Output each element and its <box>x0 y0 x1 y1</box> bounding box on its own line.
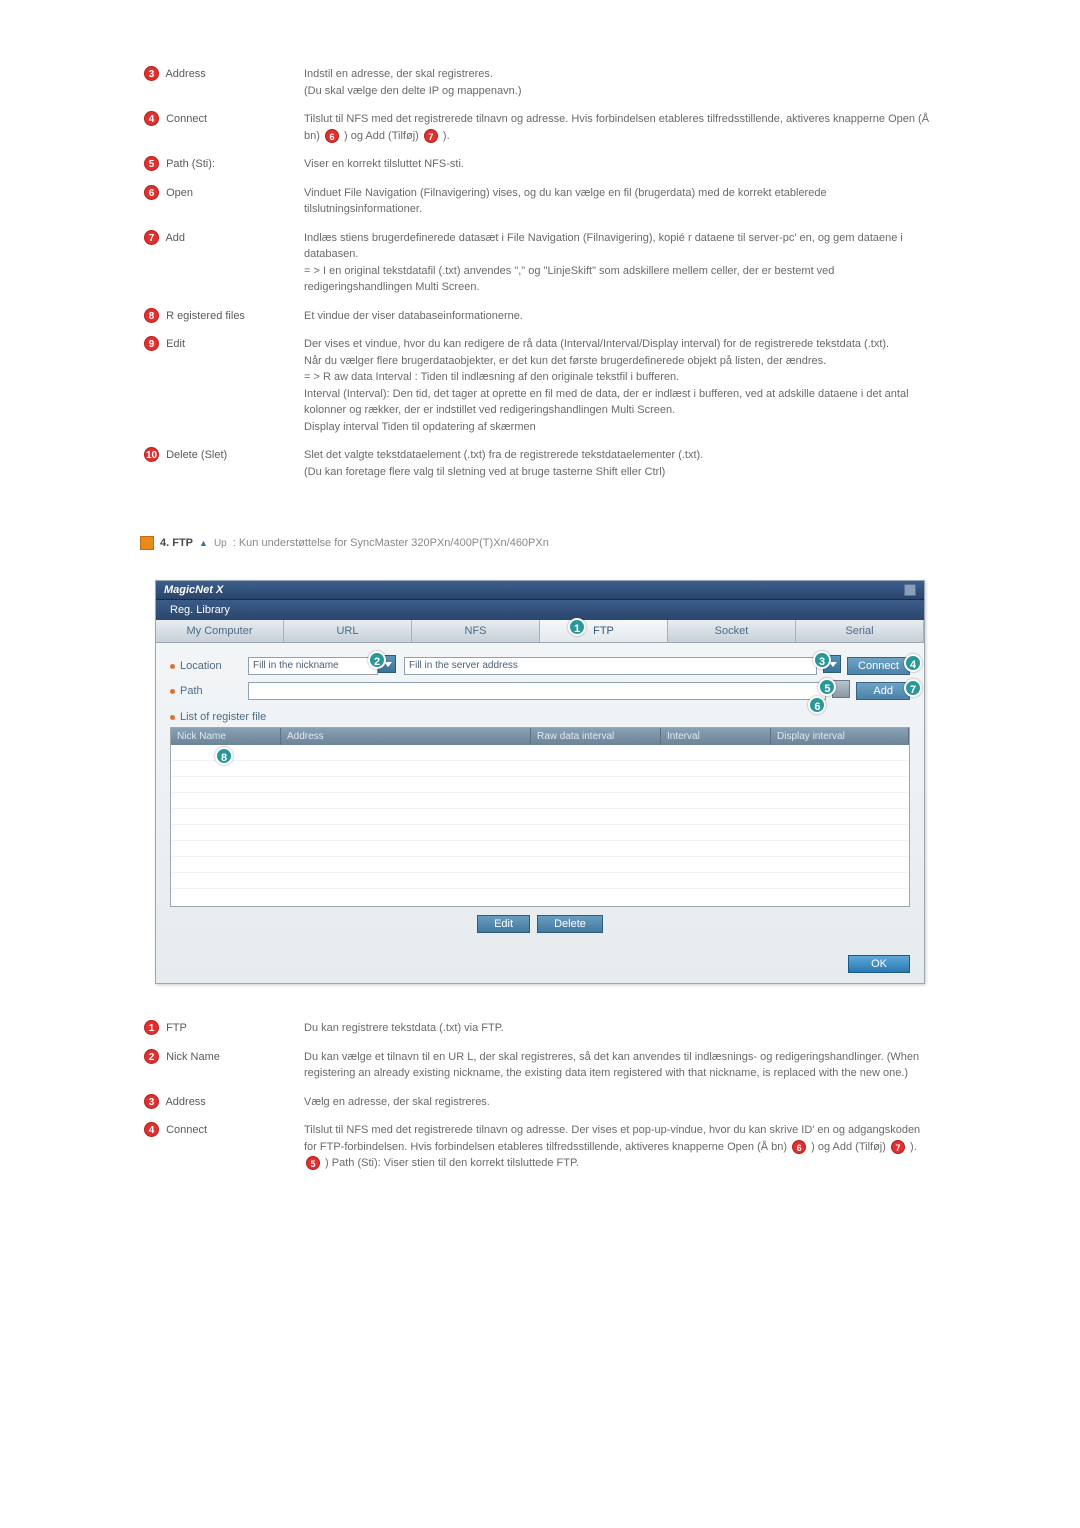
dialog-title-text: MagicNet X <box>164 584 223 596</box>
sub-tab-row: My ComputerURLNFSFTP1SocketSerial <box>156 620 924 643</box>
grid-col-header[interactable]: Nick Name <box>171 728 281 745</box>
definition-label: Nick Name <box>166 1051 220 1063</box>
close-icon[interactable] <box>904 584 916 596</box>
number-badge: 6 <box>144 185 159 200</box>
definition-table-top: 3 Address Indstil en adresse, der skal re… <box>140 60 940 486</box>
number-badge: 7 <box>144 230 159 245</box>
definition-row: 9 Edit Der vises et vindue, hvor du kan r… <box>140 330 940 441</box>
grid-col-header[interactable]: Raw data interval <box>531 728 661 745</box>
definition-description: Viser en korrekt tilsluttet NFS-sti. <box>300 150 940 179</box>
marker-1: 1 <box>568 618 586 636</box>
up-link[interactable]: Up <box>214 538 227 549</box>
definition-label: Address <box>165 68 205 80</box>
registered-files-grid: Nick NameAddressRaw data intervalInterva… <box>170 727 910 907</box>
definition-description: Et vindue der viser databaseinformatione… <box>300 302 940 331</box>
definition-label: Connect <box>166 1124 207 1136</box>
definition-table-bottom: 1 FTP Du kan registrere tekstdata (.txt) … <box>140 1014 940 1178</box>
number-badge: 3 <box>144 1094 159 1109</box>
definition-description: Der vises et vindue, hvor du kan rediger… <box>300 330 940 441</box>
up-arrow-icon: ▲ <box>199 538 208 548</box>
definition-row: 5 Path (Sti): Viser en korrekt tilsluttet… <box>140 150 940 179</box>
definition-row: 4 Connect Tilslut til NFS med det registr… <box>140 1116 940 1178</box>
marker-4: 4 <box>904 654 922 672</box>
grid-action-buttons: Edit Delete <box>170 915 910 933</box>
grid-col-header[interactable]: Interval <box>661 728 771 745</box>
path-label: Path <box>180 685 203 697</box>
list-label: List of register file <box>180 711 266 723</box>
definition-row: 8 R egistered files Et vindue der viser d… <box>140 302 940 331</box>
grid-col-header[interactable]: Display interval <box>771 728 909 745</box>
delete-button[interactable]: Delete <box>537 915 603 933</box>
definition-description: Tilslut til NFS med det registrerede til… <box>300 105 940 150</box>
definition-description: Indlæs stiens brugerdefinerede datasæt i… <box>300 224 940 302</box>
definition-description: Vinduet File Navigation (Filnavigering) … <box>300 179 940 224</box>
definition-row: 2 Nick Name Du kan vælge et tilnavn til e… <box>140 1043 940 1088</box>
definition-row: 3 Address Indstil en adresse, der skal re… <box>140 60 940 105</box>
location-label: Location <box>180 660 222 672</box>
section-title: 4. FTP <box>160 537 193 549</box>
number-badge: 2 <box>144 1049 159 1064</box>
marker-8: 8 <box>215 747 233 765</box>
number-badge: 5 <box>144 156 159 171</box>
definition-label: Delete (Slet) <box>166 449 227 461</box>
subtab-nfs[interactable]: NFS <box>412 620 540 642</box>
definition-row: 7 Add Indlæs stiens brugerdefinerede data… <box>140 224 940 302</box>
definition-label: Open <box>166 187 193 199</box>
definition-row: 4 Connect Tilslut til NFS med det registr… <box>140 105 940 150</box>
definition-description: Vælg en adresse, der skal registreres. <box>300 1088 940 1117</box>
location-row: Location 2 3 Connect 4 <box>170 655 910 676</box>
definition-label: Edit <box>166 338 185 350</box>
main-tab-row: Reg. Library <box>156 600 924 620</box>
section-icon <box>140 536 154 550</box>
definition-row: 3 Address Vælg en adresse, der skal regis… <box>140 1088 940 1117</box>
address-input[interactable] <box>404 657 817 675</box>
marker-7: 7 <box>904 679 922 697</box>
grid-body[interactable]: 8 <box>171 745 909 901</box>
add-button[interactable]: Add <box>856 682 910 700</box>
tab-reg-library[interactable]: Reg. Library <box>156 600 244 620</box>
marker-2: 2 <box>368 651 386 669</box>
section-note: : Kun understøttelse for SyncMaster 320P… <box>233 537 549 549</box>
definition-description: Du kan registrere tekstdata (.txt) via F… <box>300 1014 940 1043</box>
number-badge: 4 <box>144 111 159 126</box>
definition-row: 10 Delete (Slet) Slet det valgte tekstdat… <box>140 441 940 486</box>
edit-button[interactable]: Edit <box>477 915 530 933</box>
subtab-ftp[interactable]: FTP1 <box>540 620 668 642</box>
definition-label: Connect <box>166 113 207 125</box>
number-badge: 3 <box>144 66 159 81</box>
dialog-titlebar: MagicNet X <box>156 581 924 600</box>
path-input[interactable] <box>248 682 826 700</box>
section-header-ftp: 4. FTP ▲ Up : Kun understøttelse for Syn… <box>140 536 940 550</box>
register-library-dialog: MagicNet X Reg. Library My ComputerURLNF… <box>155 580 925 984</box>
subtab-socket[interactable]: Socket <box>668 620 796 642</box>
ok-button[interactable]: OK <box>848 955 910 973</box>
definition-label: Address <box>165 1096 205 1108</box>
marker-6: 6 <box>808 696 826 714</box>
definition-row: 1 FTP Du kan registrere tekstdata (.txt) … <box>140 1014 940 1043</box>
definition-row: 6 Open Vinduet File Navigation (Filnavige… <box>140 179 940 224</box>
path-row: Path 5 Add 7 6 <box>170 680 910 701</box>
subtab-serial[interactable]: Serial <box>796 620 924 642</box>
definition-label: Add <box>165 232 185 244</box>
definition-label: FTP <box>166 1022 187 1034</box>
subtab-url[interactable]: URL <box>284 620 412 642</box>
definition-description: Tilslut til NFS med det registrerede til… <box>300 1116 940 1178</box>
definition-description: Du kan vælge et tilnavn til en UR L, der… <box>300 1043 940 1088</box>
number-badge: 9 <box>144 336 159 351</box>
number-badge: 4 <box>144 1122 159 1137</box>
number-badge: 8 <box>144 308 159 323</box>
number-badge: 10 <box>144 447 159 462</box>
grid-col-header[interactable]: Address <box>281 728 531 745</box>
subtab-my-computer[interactable]: My Computer <box>156 620 284 642</box>
definition-description: Slet det valgte tekstdataelement (.txt) … <box>300 441 940 486</box>
nickname-input[interactable] <box>248 657 378 675</box>
connect-button[interactable]: Connect <box>847 657 910 675</box>
number-badge: 1 <box>144 1020 159 1035</box>
definition-description: Indstil en adresse, der skal registreres… <box>300 60 940 105</box>
definition-label: Path (Sti): <box>166 158 215 170</box>
marker-3: 3 <box>813 651 831 669</box>
definition-label: R egistered files <box>166 310 245 322</box>
